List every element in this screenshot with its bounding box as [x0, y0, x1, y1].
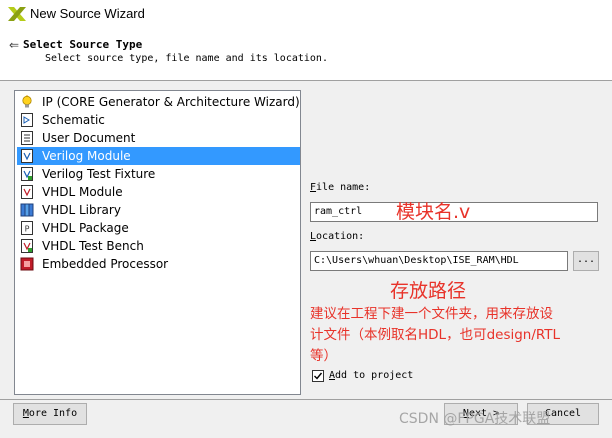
vhdl-testbench-icon — [21, 239, 33, 253]
location-label: Location: — [310, 231, 365, 242]
annotation-store-path: 存放路径 — [390, 280, 467, 302]
list-item-verilog-module[interactable]: Verilog Module — [17, 147, 300, 165]
window-title: New Source Wizard — [30, 6, 145, 21]
location-input[interactable]: C:\Users\whuan\Desktop\ISE_RAM\HDL — [310, 251, 568, 271]
list-item-vhdl-test-bench[interactable]: VHDL Test Bench — [17, 237, 300, 255]
list-item-vhdl-package[interactable]: P VHDL Package — [17, 219, 300, 237]
source-type-list[interactable]: IP (CORE Generator & Architecture Wizard… — [14, 90, 301, 395]
back-arrow-icon: ⇐ — [9, 38, 20, 52]
add-to-project-label: Add to project — [329, 370, 414, 381]
list-item-label: VHDL Module — [42, 185, 123, 199]
document-icon — [21, 131, 33, 145]
list-item-vhdl-library[interactable]: VHDL Library — [17, 201, 300, 219]
vhdl-package-icon: P — [21, 221, 33, 235]
list-item-label: VHDL Library — [42, 203, 121, 217]
browse-button[interactable]: ... — [573, 251, 599, 271]
checkmark-icon — [314, 372, 323, 380]
list-item-label: Verilog Module — [42, 149, 131, 163]
more-info-button[interactable]: More Info — [13, 403, 87, 425]
schematic-icon — [21, 113, 33, 127]
page-subtitle: Select source type, file name and its lo… — [45, 53, 328, 64]
verilog-module-icon — [21, 149, 33, 163]
list-item-ip[interactable]: IP (CORE Generator & Architecture Wizard… — [17, 93, 300, 111]
list-item-label: IP (CORE Generator & Architecture Wizard… — [42, 95, 300, 109]
ip-bulb-icon — [22, 95, 32, 108]
annotation-suggestion-line1: 建议在工程下建一个文件夹，用来存放设 — [310, 306, 553, 322]
list-item-vhdl-module[interactable]: VHDL Module — [17, 183, 300, 201]
list-item-label: Embedded Processor — [42, 257, 169, 271]
list-item-schematic[interactable]: Schematic — [17, 111, 300, 129]
annotation-module-name: 模块名.v — [396, 201, 471, 223]
list-item-label: Schematic — [42, 113, 105, 127]
annotation-suggestion-line3: 等） — [310, 348, 337, 364]
list-item-label: VHDL Package — [42, 221, 129, 235]
svg-text:P: P — [25, 225, 30, 234]
verilog-test-icon — [21, 167, 33, 181]
list-item-label: Verilog Test Fixture — [42, 167, 156, 181]
annotation-suggestion-line2: 计文件（本例取名HDL，也可design/RTL — [310, 327, 561, 343]
list-item-label: User Document — [42, 131, 136, 145]
list-item-embedded-processor[interactable]: Embedded Processor — [17, 255, 300, 273]
embedded-processor-icon — [20, 257, 34, 271]
list-item-user-document[interactable]: User Document — [17, 129, 300, 147]
list-item-verilog-test-fixture[interactable]: Verilog Test Fixture — [17, 165, 300, 183]
vhdl-library-icon — [20, 203, 34, 217]
vhdl-module-icon — [21, 185, 33, 199]
list-item-label: VHDL Test Bench — [42, 239, 144, 253]
file-name-label: File name: — [310, 182, 371, 193]
add-to-project-checkbox[interactable] — [312, 370, 324, 382]
page-title: Select Source Type — [23, 38, 143, 51]
watermark: CSDN @FPGA技术联盟 — [399, 411, 551, 427]
xilinx-logo-icon — [8, 7, 26, 21]
